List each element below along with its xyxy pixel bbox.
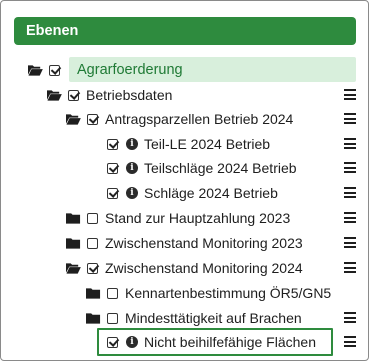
tree-node-label: Mindesttätigkeit auf Brachen (125, 310, 302, 326)
tree-node-label: Teil-LE 2024 Betrieb (144, 136, 271, 152)
tree-node-stand-hauptzahlung[interactable]: Stand zur Hauptzahlung 2023 (1, 206, 369, 230)
layer-checkbox[interactable] (107, 156, 118, 180)
folder-open-icon[interactable] (66, 107, 81, 131)
hamburger-menu-icon[interactable] (344, 237, 356, 248)
tree-leaf-teilschlaege[interactable]: i Teilschläge 2024 Betrieb (1, 156, 369, 180)
tree-node-zwischenstand-2024[interactable]: Zwischenstand Monitoring 2024 (1, 256, 369, 280)
tree-node-label: Schläge 2024 Betrieb (144, 185, 278, 201)
tree-node-label: Zwischenstand Monitoring 2024 (105, 260, 303, 276)
tree-node-label: Stand zur Hauptzahlung 2023 (105, 210, 291, 226)
info-circle-icon[interactable]: i (126, 156, 138, 180)
panel-title: Ebenen (14, 17, 356, 45)
folder-icon[interactable] (66, 206, 81, 230)
layer-checkbox[interactable] (107, 330, 118, 354)
tree-node-antragsparzellen[interactable]: Antragsparzellen Betrieb 2024 (1, 107, 369, 131)
tree-node-zwischenstand-2023[interactable]: Zwischenstand Monitoring 2023 (1, 231, 369, 255)
tree-node-label: Teilschläge 2024 Betrieb (144, 160, 297, 176)
tree-node-label: Zwischenstand Monitoring 2023 (105, 235, 303, 251)
layer-checkbox[interactable] (49, 58, 60, 82)
layer-checkbox[interactable] (68, 83, 79, 107)
layers-panel: Ebenen Agrarfoerderung Betriebsdaten Ant… (0, 0, 369, 361)
info-circle-icon[interactable]: i (126, 132, 138, 156)
layer-checkbox[interactable] (87, 256, 98, 280)
folder-open-icon[interactable] (47, 83, 62, 107)
folder-icon[interactable] (66, 231, 81, 255)
tree-node-betriebsdaten[interactable]: Betriebsdaten (1, 83, 369, 107)
hamburger-menu-icon[interactable] (344, 138, 356, 149)
folder-icon[interactable] (86, 281, 101, 305)
tree-node-label: Antragsparzellen Betrieb 2024 (105, 111, 294, 127)
folder-open-icon[interactable] (66, 256, 81, 280)
layer-checkbox[interactable] (107, 281, 118, 305)
tree-node-mindesttaetigkeit[interactable]: Mindesttätigkeit auf Brachen (1, 306, 369, 330)
folder-icon[interactable] (86, 306, 101, 330)
hamburger-menu-icon[interactable] (344, 262, 356, 273)
tree-leaf-schlaege[interactable]: i Schläge 2024 Betrieb (1, 181, 369, 205)
info-circle-icon[interactable]: i (126, 330, 138, 354)
hamburger-menu-icon[interactable] (344, 336, 356, 347)
layer-checkbox[interactable] (87, 231, 98, 255)
hamburger-menu-icon[interactable] (344, 212, 356, 223)
hamburger-menu-icon[interactable] (344, 113, 356, 124)
layer-checkbox[interactable] (107, 181, 118, 205)
layer-checkbox[interactable] (107, 132, 118, 156)
layer-checkbox[interactable] (87, 107, 98, 131)
hamburger-menu-icon[interactable] (344, 89, 356, 100)
hamburger-menu-icon[interactable] (344, 187, 356, 198)
hamburger-menu-icon[interactable] (344, 312, 356, 323)
hamburger-menu-icon[interactable] (344, 162, 356, 173)
tree-leaf-teil-le[interactable]: i Teil-LE 2024 Betrieb (1, 132, 369, 156)
folder-open-icon[interactable] (28, 58, 43, 82)
tree-node-agrarfoerderung[interactable]: Agrarfoerderung (1, 58, 369, 82)
layer-checkbox[interactable] (107, 306, 118, 330)
tree-leaf-nicht-beihilfe[interactable]: i Nicht beihilfefähige Flächen (1, 330, 369, 354)
tree-node-kennarten[interactable]: Kennartenbestimmung ÖR5/GN5 (1, 281, 369, 305)
tree-node-label: Agrarfoerderung (77, 62, 183, 78)
layer-checkbox[interactable] (87, 206, 98, 230)
tree-node-label: Kennartenbestimmung ÖR5/GN5 (125, 285, 332, 301)
tree-node-label: Nicht beihilfefähige Flächen (144, 334, 316, 350)
info-circle-icon[interactable]: i (126, 181, 138, 205)
tree-node-label: Betriebsdaten (86, 87, 173, 103)
